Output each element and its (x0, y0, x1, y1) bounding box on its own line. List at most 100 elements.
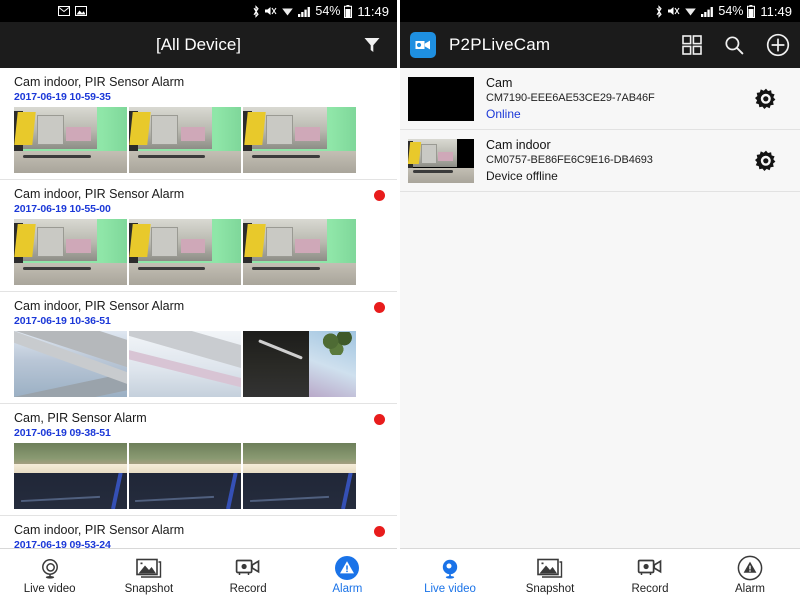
wifi-icon (684, 6, 697, 17)
bluetooth-icon (252, 4, 260, 18)
alarm-list-item[interactable]: Cam indoor, PIR Sensor Alarm 2017-06-19 … (0, 292, 397, 404)
device-info: Cam CM7190-EEE6AE53CE29-7AB46F Online (486, 75, 746, 122)
device-list-item[interactable]: Cam indoor CM0757-BE86FE6C9E16-DB4693 De… (400, 130, 800, 192)
device-list[interactable]: Cam CM7190-EEE6AE53CE29-7AB46F Online Ca… (400, 68, 800, 192)
alarm-thumbnail[interactable] (243, 443, 357, 509)
nav-label: Alarm (734, 582, 766, 595)
grid-view-icon[interactable] (682, 35, 702, 55)
right-app-bar: P2PLiveCam (400, 22, 800, 68)
status-system-icons: 54% 11:49 (252, 4, 389, 19)
bottom-nav-left[interactable]: Live video Snapshot Record Alarm (0, 548, 397, 600)
nav-label: Record (631, 582, 669, 595)
alarm-thumbnail[interactable] (14, 219, 127, 285)
alarm-thumbnail[interactable] (14, 443, 127, 509)
alarm-header: Cam indoor, PIR Sensor Alarm 2017-06-19 … (0, 186, 397, 216)
alarm-timestamp: 2017-06-19 10-36-51 (14, 315, 111, 327)
nav-label: Snapshot (124, 582, 174, 595)
search-icon[interactable] (724, 35, 744, 55)
live-video-icon (438, 555, 462, 581)
battery-percent-label: 54% (315, 4, 341, 18)
bluetooth-icon (655, 4, 663, 18)
screenshot-icon (75, 6, 87, 16)
alarm-thumbnail[interactable] (243, 107, 357, 173)
bottom-nav-right[interactable]: Live video Snapshot Record Alarm (400, 548, 800, 600)
nav-item-alarm[interactable]: Alarm (700, 549, 800, 600)
nav-label: Record (229, 582, 267, 595)
alarm-list-item[interactable]: Cam, PIR Sensor Alarm 2017-06-19 09-38-5… (0, 404, 397, 516)
alarm-list[interactable]: Cam indoor, PIR Sensor Alarm 2017-06-19 … (0, 68, 397, 548)
alarm-thumbnail[interactable] (14, 331, 127, 397)
nav-item-record[interactable]: Record (600, 549, 700, 600)
device-list-item[interactable]: Cam CM7190-EEE6AE53CE29-7AB46F Online (400, 68, 800, 130)
device-thumbnail[interactable] (408, 76, 474, 121)
device-id: CM7190-EEE6AE53CE29-7AB46F (486, 92, 655, 104)
alarm-header: Cam indoor, PIR Sensor Alarm 2017-06-19 … (0, 74, 397, 104)
alarm-timestamp: 2017-06-19 10-55-00 (14, 203, 111, 215)
unread-alarm-dot (374, 414, 385, 425)
alarm-thumbnail-strip[interactable] (14, 219, 357, 285)
nav-item-snapshot[interactable]: Snapshot (500, 549, 600, 600)
device-name: Cam indoor (486, 138, 551, 152)
alarm-title: Cam, PIR Sensor Alarm (14, 411, 147, 425)
nav-label: Live video (424, 582, 476, 595)
status-notification-icons (58, 6, 87, 16)
battery-percent-label: 54% (718, 4, 744, 18)
nav-label: Alarm (332, 582, 363, 595)
alarm-thumbnail[interactable] (128, 331, 242, 397)
unread-alarm-dot (374, 526, 385, 537)
record-camcorder-icon (235, 555, 261, 581)
alarm-timestamp: 2017-06-19 09-38-51 (14, 427, 111, 439)
alarm-thumbnail-strip[interactable] (14, 107, 357, 173)
filter-funnel-icon[interactable] (363, 36, 381, 54)
cellular-signal-icon (298, 6, 311, 17)
device-name: Cam (486, 76, 513, 90)
alarm-thumbnail-strip[interactable] (14, 443, 357, 509)
left-app-bar: [All Device] (0, 22, 397, 68)
alarm-thumbnail[interactable] (243, 331, 357, 397)
alarm-header: Cam indoor, PIR Sensor Alarm 2017-06-19 … (0, 298, 397, 328)
nav-item-alarm[interactable]: Alarm (298, 549, 397, 600)
nav-item-record[interactable]: Record (199, 549, 298, 600)
add-plus-circle-icon[interactable] (766, 33, 790, 57)
alarm-thumbnail[interactable] (128, 443, 242, 509)
alarm-title: Cam indoor, PIR Sensor Alarm (14, 75, 185, 89)
alarm-thumbnail[interactable] (128, 107, 242, 173)
alarm-thumbnail[interactable] (14, 107, 127, 173)
cellular-signal-icon (701, 6, 714, 17)
alarm-triangle-icon (737, 555, 763, 581)
all-device-title: [All Device] (155, 35, 242, 54)
alarm-list-item[interactable]: Cam indoor, PIR Sensor Alarm 2017-06-19 … (0, 180, 397, 292)
right-phone-panel: 54% 11:49 P2PLiveCam Cam CM7190-EEE6AE53… (400, 0, 800, 600)
status-bar-left: 54% 11:49 (0, 0, 397, 22)
dual-screenshot: 54% 11:49 [All Device] Cam indoor, PIR S… (0, 0, 800, 600)
clock-label: 11:49 (357, 3, 389, 19)
nav-item-live-video[interactable]: Live video (0, 549, 99, 600)
nav-label: Live video (23, 582, 76, 595)
alarm-thumbnail-strip[interactable] (14, 331, 357, 397)
snapshot-icon (136, 555, 162, 581)
camcorder-app-logo-icon (410, 32, 436, 58)
vibrate-mute-icon (667, 5, 680, 17)
device-status: Device offline (486, 169, 558, 183)
alarm-list-item[interactable]: Cam indoor, PIR Sensor Alarm 2017-06-19 … (0, 68, 397, 180)
alarm-timestamp: 2017-06-19 10-59-35 (14, 91, 111, 103)
nav-item-live-video[interactable]: Live video (400, 549, 500, 600)
device-thumbnail[interactable] (408, 138, 474, 183)
alarm-thumbnail[interactable] (243, 219, 357, 285)
alarm-thumbnail[interactable] (128, 219, 242, 285)
device-id: CM0757-BE86FE6C9E16-DB4693 (486, 154, 653, 166)
nav-item-snapshot[interactable]: Snapshot (99, 549, 198, 600)
unread-alarm-dot (374, 190, 385, 201)
alarm-title: Cam indoor, PIR Sensor Alarm (14, 299, 185, 313)
battery-icon (747, 4, 756, 18)
app-title: P2PLiveCam (449, 35, 551, 54)
snapshot-icon (537, 555, 563, 581)
vibrate-mute-icon (264, 5, 277, 17)
wifi-icon (281, 6, 294, 17)
gear-icon[interactable] (746, 87, 786, 111)
gear-icon[interactable] (746, 149, 786, 173)
alarm-header: Cam, PIR Sensor Alarm 2017-06-19 09-38-5… (0, 410, 397, 440)
app-bar-actions (682, 33, 790, 57)
alarm-list-item[interactable]: Cam indoor, PIR Sensor Alarm 2017-06-19 … (0, 516, 397, 548)
status-bar-right: 54% 11:49 (400, 0, 800, 22)
